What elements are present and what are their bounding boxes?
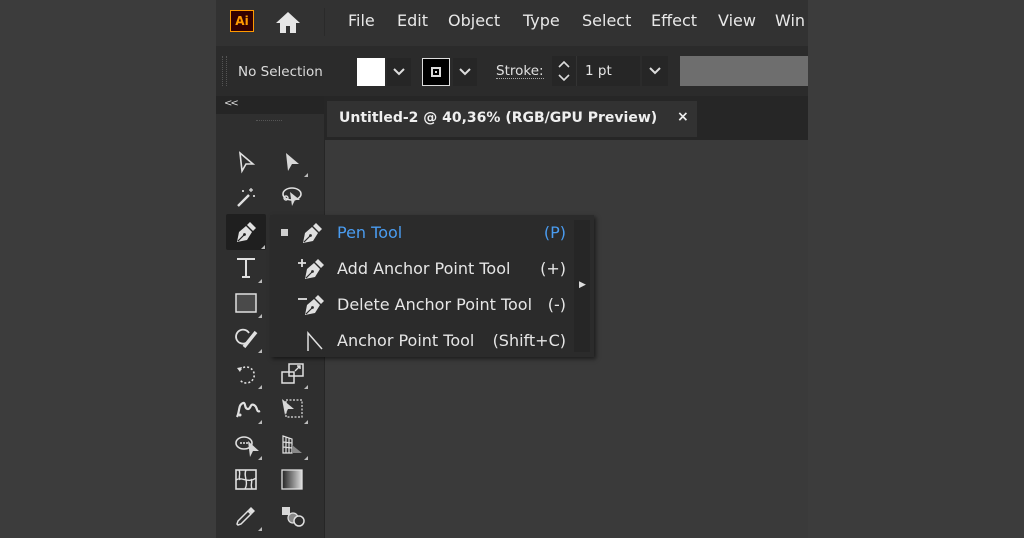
add-anchor-point-icon bbox=[298, 259, 324, 279]
pen-icon bbox=[237, 222, 256, 242]
tearoff-button[interactable]: ▶ bbox=[574, 220, 590, 352]
menu-bar: Ai File Edit Object Type Select Effect V… bbox=[216, 0, 808, 44]
chevron-right-icon: ▶ bbox=[579, 280, 586, 290]
stroke-label[interactable]: Stroke: bbox=[496, 64, 544, 79]
chevron-down-icon bbox=[649, 67, 661, 75]
menu-edit[interactable]: Edit bbox=[397, 11, 428, 30]
direct-selection-tool[interactable] bbox=[275, 146, 309, 178]
flyout-item-shortcut: (-) bbox=[547, 295, 566, 314]
shaper-icon bbox=[235, 328, 258, 349]
anchor-point-icon bbox=[307, 331, 323, 351]
collapse-panel-button[interactable]: << bbox=[224, 98, 239, 109]
rectangle-tool[interactable] bbox=[229, 287, 263, 319]
fill-dropdown[interactable] bbox=[387, 58, 411, 86]
stroke-swatch[interactable] bbox=[422, 58, 450, 86]
chevron-down-icon bbox=[459, 68, 471, 76]
shaper-tool[interactable] bbox=[229, 322, 263, 354]
perspective-grid-icon bbox=[282, 435, 302, 454]
fill-swatch[interactable] bbox=[357, 58, 385, 86]
flyout-item-shortcut: (+) bbox=[540, 259, 566, 278]
rectangle-icon bbox=[235, 293, 257, 313]
arrow-filled-icon bbox=[286, 153, 299, 171]
rotate-icon bbox=[237, 366, 255, 384]
document-tab-strip: Untitled-2 @ 40,36% (RGB/GPU Preview) × bbox=[325, 96, 808, 140]
tools-panel-header: << bbox=[216, 96, 324, 114]
mesh-tool[interactable] bbox=[229, 464, 263, 496]
app-logo: Ai bbox=[230, 10, 254, 32]
flyout-item-label: Pen Tool bbox=[337, 223, 403, 242]
scale-icon bbox=[281, 363, 304, 384]
tools-panel-grip[interactable] bbox=[256, 120, 282, 123]
stroke-weight-dropdown[interactable] bbox=[642, 56, 668, 86]
menu-view[interactable]: View bbox=[718, 11, 756, 30]
stroke-color-dropdown[interactable] bbox=[453, 58, 477, 86]
home-icon bbox=[276, 12, 300, 33]
menu-window[interactable]: Win bbox=[775, 11, 805, 30]
lasso-icon bbox=[282, 187, 302, 206]
flyout-item-shortcut: (P) bbox=[543, 223, 566, 242]
pen-icon bbox=[303, 223, 322, 243]
type-tool[interactable] bbox=[229, 252, 263, 284]
eyedropper-icon bbox=[236, 507, 255, 526]
pen-tool-flyout: Pen Tool (P) Add Anchor Point Tool (+) D… bbox=[270, 215, 594, 357]
type-icon bbox=[237, 258, 255, 278]
stepper-arrows-icon bbox=[558, 60, 570, 82]
menu-type[interactable]: Type bbox=[523, 11, 560, 30]
variable-width-profile[interactable] bbox=[680, 56, 808, 86]
scale-tool[interactable] bbox=[275, 358, 309, 390]
control-bar: No Selection Stroke: 1 pt bbox=[216, 46, 808, 96]
home-button[interactable] bbox=[274, 10, 302, 34]
stroke-weight-input[interactable]: 1 pt bbox=[576, 56, 640, 86]
gradient-icon bbox=[281, 469, 303, 490]
arrow-outline-icon bbox=[238, 151, 256, 174]
free-transform-tool[interactable] bbox=[275, 393, 309, 425]
flyout-item-anchor-point-tool[interactable]: Anchor Point Tool (Shift+C) bbox=[270, 323, 570, 359]
eyedropper-tool[interactable] bbox=[229, 500, 263, 532]
puppet-warp-icon bbox=[235, 401, 261, 418]
stroke-weight-stepper[interactable] bbox=[552, 56, 576, 86]
chevron-down-icon bbox=[393, 68, 405, 76]
perspective-grid-tool[interactable] bbox=[275, 429, 309, 461]
delete-anchor-point-icon bbox=[298, 295, 324, 315]
menu-file[interactable]: File bbox=[348, 11, 375, 30]
selection-tool[interactable] bbox=[229, 146, 263, 178]
menu-separator bbox=[324, 8, 325, 36]
menu-select[interactable]: Select bbox=[582, 11, 631, 30]
menu-effect[interactable]: Effect bbox=[651, 11, 697, 30]
flyout-item-shortcut: (Shift+C) bbox=[492, 331, 566, 350]
document-tab[interactable]: Untitled-2 @ 40,36% (RGB/GPU Preview) × bbox=[327, 101, 697, 137]
control-bar-grip[interactable] bbox=[222, 56, 227, 86]
close-tab-button[interactable]: × bbox=[677, 109, 689, 125]
flyout-item-pen-tool[interactable]: Pen Tool (P) bbox=[270, 215, 570, 251]
menu-object[interactable]: Object bbox=[448, 11, 500, 30]
shape-builder-tool[interactable] bbox=[229, 429, 263, 461]
flyout-item-label: Delete Anchor Point Tool bbox=[337, 295, 533, 314]
document-tab-title: Untitled-2 @ 40,36% (RGB/GPU Preview) bbox=[339, 110, 658, 126]
flyout-item-delete-anchor-point-tool[interactable]: Delete Anchor Point Tool (-) bbox=[270, 287, 570, 323]
lasso-tool[interactable] bbox=[275, 181, 309, 213]
flyout-item-label: Anchor Point Tool bbox=[337, 331, 475, 350]
magic-wand-tool[interactable] bbox=[229, 181, 263, 213]
selected-bullet-icon bbox=[281, 229, 288, 236]
rotate-tool[interactable] bbox=[229, 358, 263, 390]
free-transform-icon bbox=[282, 399, 303, 418]
selection-status: No Selection bbox=[238, 64, 323, 80]
puppet-warp-tool[interactable] bbox=[229, 393, 263, 425]
pen-tool[interactable] bbox=[226, 214, 266, 250]
blend-tool[interactable] bbox=[275, 500, 309, 532]
gradient-tool[interactable] bbox=[275, 464, 309, 496]
flyout-item-add-anchor-point-tool[interactable]: Add Anchor Point Tool (+) bbox=[270, 251, 570, 287]
magic-wand-icon bbox=[237, 188, 255, 207]
blend-icon bbox=[282, 507, 305, 527]
mesh-icon bbox=[235, 469, 257, 490]
flyout-item-label: Add Anchor Point Tool bbox=[337, 259, 511, 278]
